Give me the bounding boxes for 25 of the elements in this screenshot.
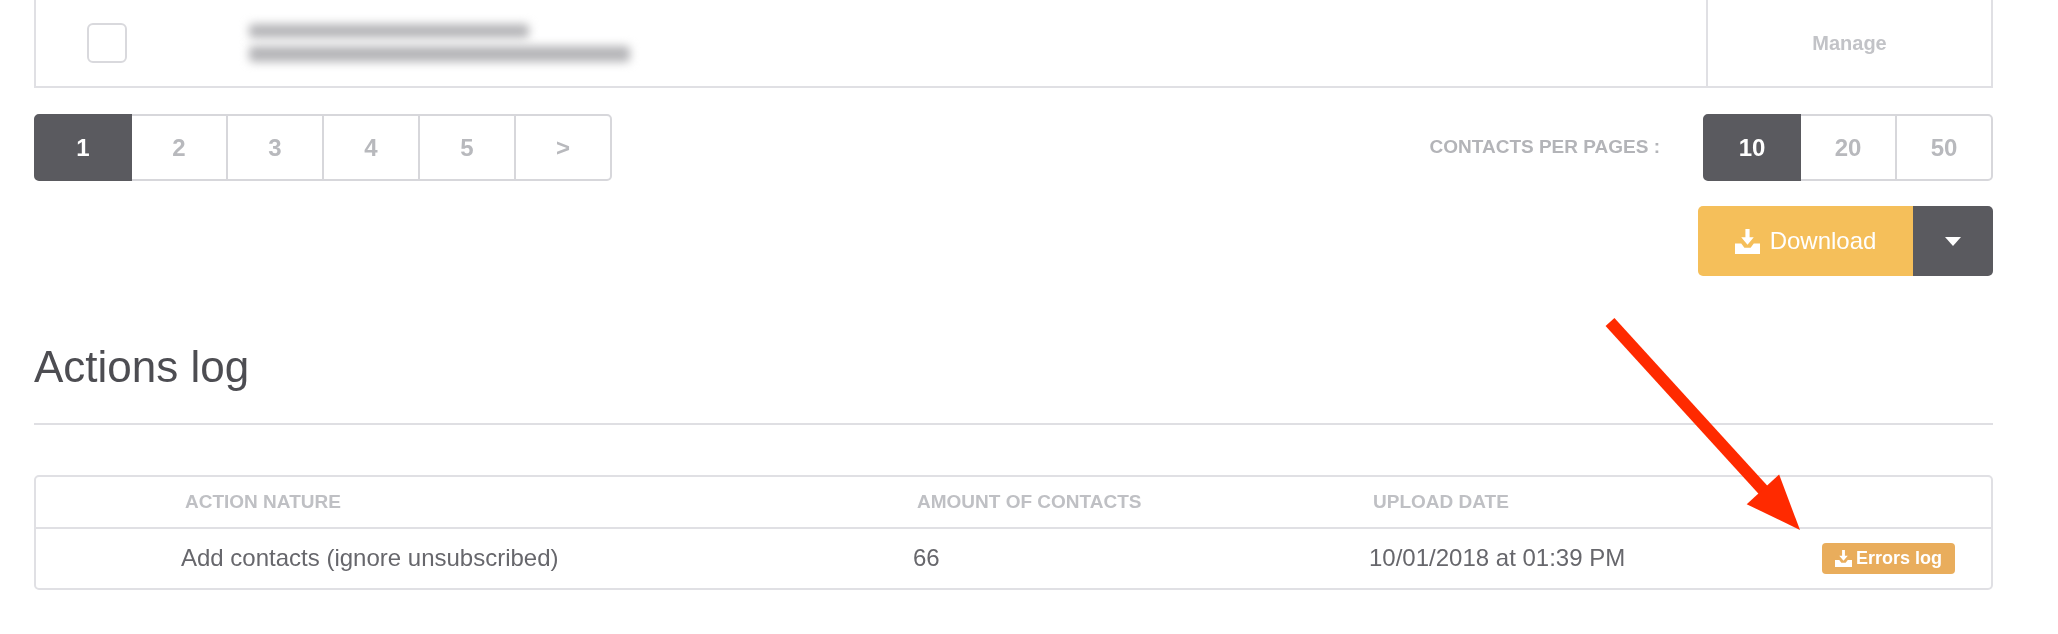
pagination-button[interactable]: 3: [226, 114, 324, 181]
download-tray-icon: [1734, 228, 1760, 254]
per-page-option[interactable]: 10: [1703, 114, 1801, 181]
manage-link[interactable]: Manage: [1812, 28, 1887, 58]
column-header: ACTION NATURE: [185, 489, 342, 514]
pagination-button[interactable]: >: [514, 114, 612, 181]
column-header: UPLOAD DATE: [1373, 489, 1510, 514]
pagination-button[interactable]: 5: [418, 114, 516, 181]
column-header: AMOUNT OF CONTACTS: [917, 489, 1143, 514]
table-cell-text: 66: [913, 543, 941, 574]
pagination-button[interactable]: 1: [34, 114, 132, 181]
download-button[interactable]: Download: [1698, 206, 1913, 276]
errors-log-button[interactable]: Errors log: [1822, 542, 1955, 574]
per-page-option[interactable]: 50: [1895, 114, 1993, 181]
per-page-label: CONTACTS PER PAGES :: [1429, 135, 1660, 160]
pagination-button[interactable]: 2: [130, 114, 228, 181]
row-checkbox[interactable]: [87, 23, 127, 63]
section-title: Actions log: [34, 341, 251, 393]
table-cell-text: 10/01/2018 at 01:39 PM: [1369, 543, 1627, 574]
table-cell-text: Add contacts (ignore unsubscribed): [181, 543, 560, 574]
pagination-button[interactable]: 4: [322, 114, 420, 181]
per-page-option[interactable]: 20: [1799, 114, 1897, 181]
caret-icon: [1945, 236, 1961, 246]
dropdown-button[interactable]: [1913, 206, 1993, 276]
download-tray-icon: [1835, 549, 1852, 567]
